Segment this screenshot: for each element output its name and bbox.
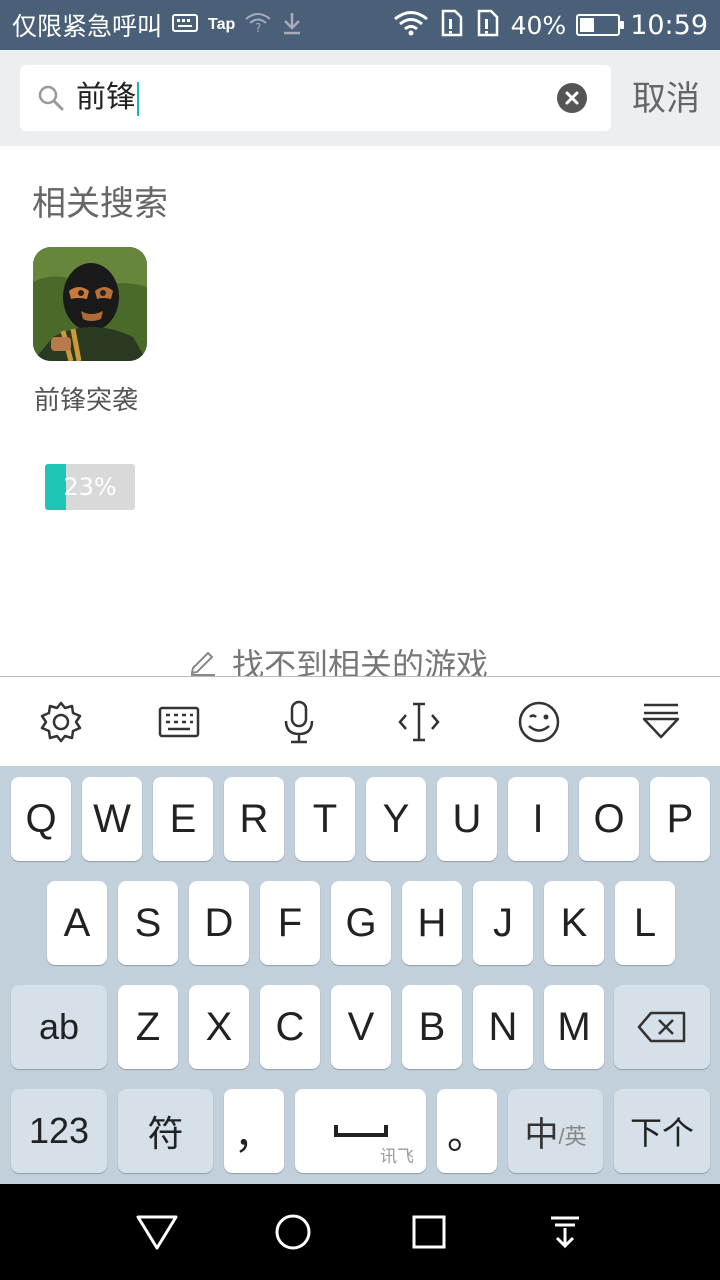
svg-text:?: ? xyxy=(255,21,261,34)
key-x[interactable]: X xyxy=(189,985,249,1069)
key-n[interactable]: N xyxy=(473,985,533,1069)
search-input-value: 前锋 xyxy=(76,79,139,117)
key-o[interactable]: O xyxy=(579,777,639,861)
search-icon xyxy=(38,85,64,115)
microphone-icon[interactable] xyxy=(276,699,322,745)
key-v[interactable]: V xyxy=(331,985,391,1069)
battery-level xyxy=(580,18,595,32)
key-m[interactable]: M xyxy=(544,985,604,1069)
emoji-icon[interactable] xyxy=(516,699,562,745)
cancel-button[interactable]: 取消 xyxy=(632,78,700,120)
key-i[interactable]: I xyxy=(508,777,568,861)
status-right: 40% 10:59 xyxy=(393,0,708,50)
next-key[interactable]: 下个 xyxy=(614,1089,710,1173)
numbers-key[interactable]: 123 xyxy=(11,1089,107,1173)
case-toggle-key[interactable]: ab xyxy=(11,985,107,1069)
key-c[interactable]: C xyxy=(260,985,320,1069)
battery-percent: 40% xyxy=(510,10,567,40)
tap-app-icon: Tap xyxy=(208,16,236,33)
navigation-bar xyxy=(0,1184,720,1280)
close-icon xyxy=(565,91,579,105)
keyboard-notification-icon xyxy=(172,14,199,36)
battery-icon xyxy=(576,14,625,36)
backspace-key[interactable] xyxy=(614,985,710,1069)
game-name[interactable]: 前锋突袭 xyxy=(34,380,138,417)
period-key[interactable]: 。 xyxy=(437,1089,497,1173)
language-main: 中 xyxy=(524,1115,559,1154)
wifi-icon xyxy=(393,10,429,40)
key-b[interactable]: B xyxy=(402,985,462,1069)
key-w[interactable]: W xyxy=(82,777,142,861)
symbols-key[interactable]: 符 xyxy=(118,1089,213,1173)
keyboard-toolbar xyxy=(0,676,720,766)
key-a[interactable]: A xyxy=(47,881,107,965)
edit-icon xyxy=(188,646,218,680)
keyboard: Q W E R T Y U I O P A S D F G H J K L ab… xyxy=(0,766,720,1184)
wifi-question-icon: ? xyxy=(245,12,271,38)
home-icon[interactable] xyxy=(269,1208,317,1256)
space-key-brand: 讯飞 xyxy=(380,1147,414,1166)
language-toggle-key[interactable]: 中/英 xyxy=(508,1089,603,1173)
key-z[interactable]: Z xyxy=(118,985,178,1069)
keyboard-icon[interactable] xyxy=(156,699,202,745)
text-caret xyxy=(137,81,139,116)
key-h[interactable]: H xyxy=(402,881,462,965)
key-u[interactable]: U xyxy=(437,777,497,861)
clock: 10:59 xyxy=(630,9,708,41)
sim2-icon xyxy=(475,9,501,41)
related-search-title: 相关搜索 xyxy=(32,184,168,224)
search-input[interactable]: 前锋 xyxy=(20,65,611,131)
key-l[interactable]: L xyxy=(615,881,675,965)
key-s[interactable]: S xyxy=(118,881,178,965)
download-icon xyxy=(281,11,303,39)
key-r[interactable]: R xyxy=(224,777,284,861)
key-d[interactable]: D xyxy=(189,881,249,965)
key-k[interactable]: K xyxy=(544,881,604,965)
recents-icon[interactable] xyxy=(405,1208,453,1256)
language-alt: /英 xyxy=(558,1124,587,1149)
search-bar: 前锋 xyxy=(0,50,720,146)
key-y[interactable]: Y xyxy=(366,777,426,861)
status-bar: 仅限紧急呼叫 Tap ? 40% 10:59 xyxy=(0,0,720,50)
carrier-status-text: 仅限紧急呼叫 xyxy=(12,12,163,41)
space-bar-icon xyxy=(333,1125,388,1137)
key-g[interactable]: G xyxy=(331,881,391,965)
key-e[interactable]: E xyxy=(153,777,213,861)
gear-icon[interactable] xyxy=(38,699,84,745)
back-icon[interactable] xyxy=(133,1208,181,1256)
comma-key[interactable]: ， xyxy=(224,1089,284,1173)
search-query-text: 前锋 xyxy=(76,80,136,115)
key-q[interactable]: Q xyxy=(11,777,71,861)
cursor-move-icon[interactable] xyxy=(396,699,442,745)
key-t[interactable]: T xyxy=(295,777,355,861)
key-p[interactable]: P xyxy=(650,777,710,861)
sim1-icon xyxy=(439,9,465,41)
key-f[interactable]: F xyxy=(260,881,320,965)
masked-soldier-icon xyxy=(33,247,147,361)
notification-pull-icon[interactable] xyxy=(541,1208,589,1256)
clear-search-button[interactable] xyxy=(557,83,587,113)
space-key[interactable]: 讯飞 xyxy=(295,1089,426,1173)
status-left: 仅限紧急呼叫 Tap ? xyxy=(12,0,303,50)
progress-label: 23% xyxy=(63,473,117,501)
backspace-icon xyxy=(637,1011,686,1043)
download-progress-button[interactable]: 23% xyxy=(45,464,135,510)
key-j[interactable]: J xyxy=(473,881,533,965)
hide-keyboard-icon[interactable] xyxy=(638,699,684,745)
game-icon[interactable] xyxy=(33,247,147,361)
